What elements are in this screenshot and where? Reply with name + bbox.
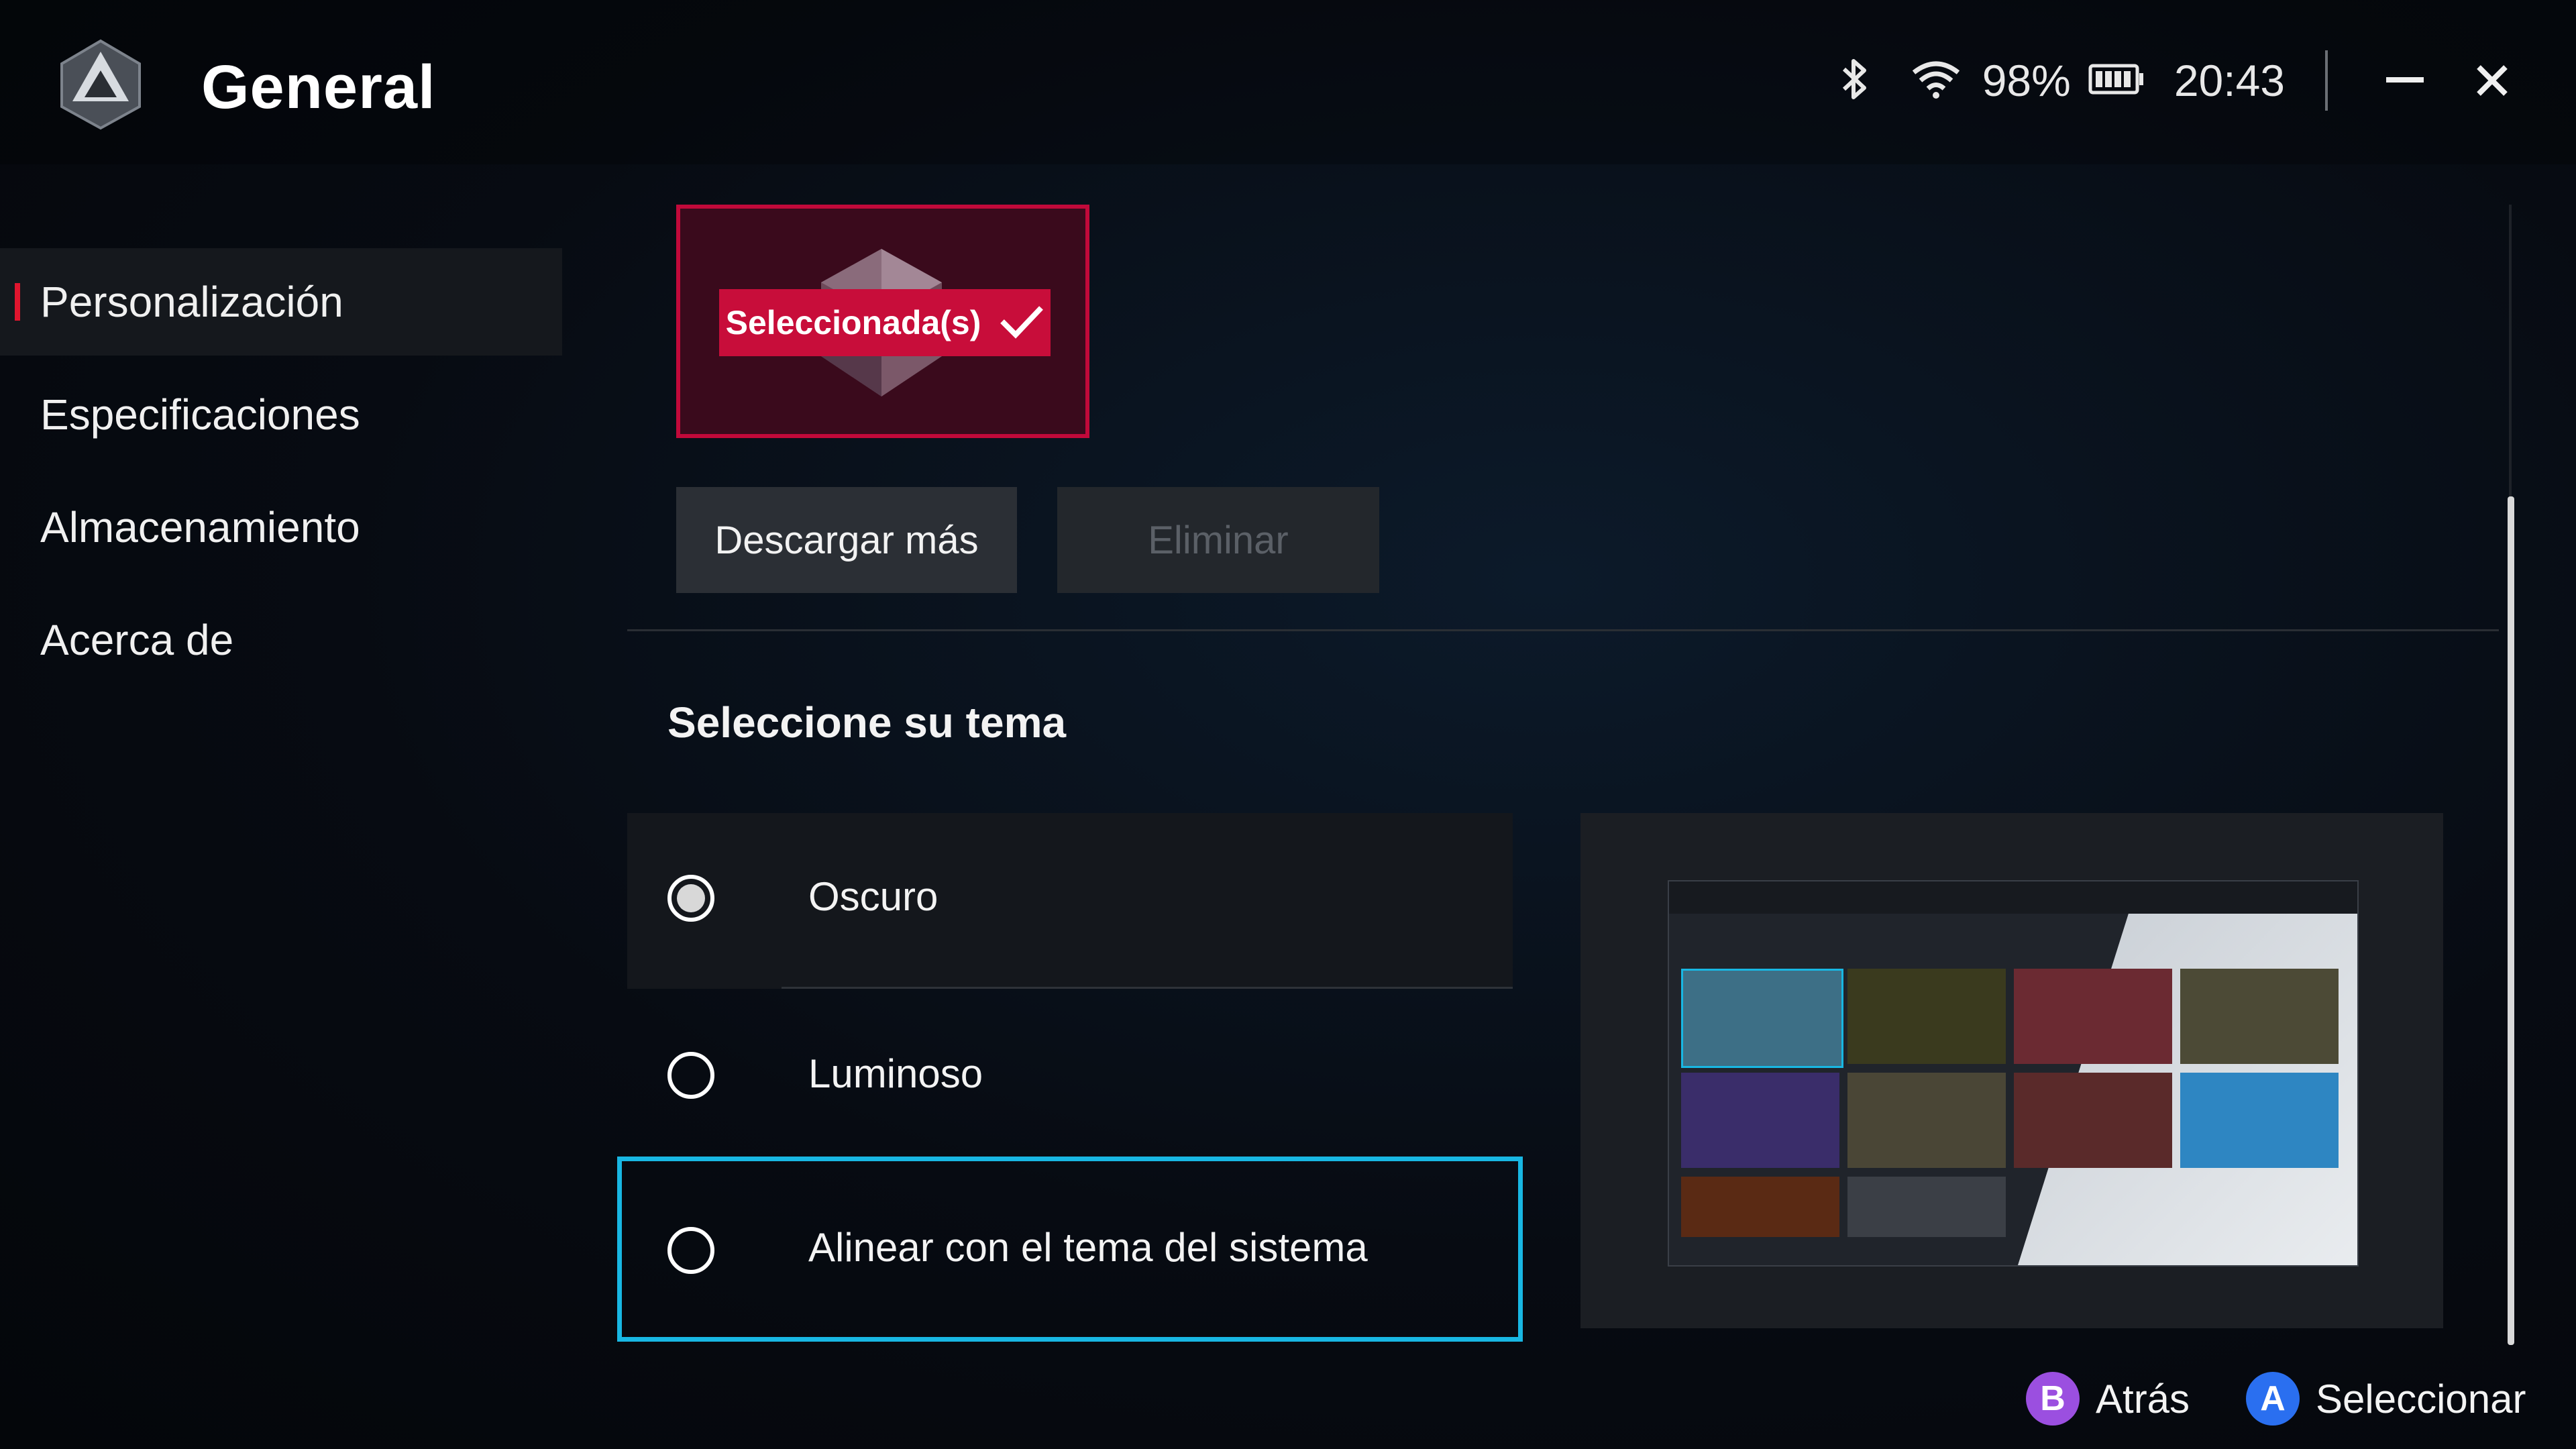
delete-button[interactable]: Eliminar	[1057, 487, 1379, 593]
select-hint[interactable]: A Seleccionar	[2246, 1368, 2526, 1429]
preview-game-tile	[2180, 1073, 2339, 1168]
sidebar-item-storage[interactable]: Almacenamiento	[0, 474, 562, 581]
preview-game-tile	[2180, 969, 2339, 1064]
theme-option-label: Luminoso	[808, 1051, 983, 1096]
select-hint-label: Seleccionar	[2316, 1376, 2526, 1421]
battery-icon	[2088, 64, 2145, 98]
preview-game-tile	[1681, 1177, 1839, 1237]
theme-option-system[interactable]: Alinear con el tema del sistema	[617, 1157, 1523, 1342]
theme-option-label: Oscuro	[808, 874, 938, 919]
radio-button[interactable]	[667, 875, 714, 922]
scrollbar-thumb[interactable]	[2508, 496, 2514, 1345]
theme-preview-image	[1668, 880, 2359, 1267]
sidebar-item-label: Acerca de	[40, 616, 234, 664]
preview-game-tile	[1847, 1177, 2006, 1237]
page-title: General	[201, 53, 436, 121]
theme-preview-panel	[1580, 813, 2443, 1328]
sidebar-item-label: Especificaciones	[40, 390, 360, 439]
checkmark-icon	[1000, 304, 1044, 342]
status-divider	[2325, 50, 2328, 111]
battery-percent: 98%	[1982, 56, 2071, 105]
app-logo-icon	[54, 37, 148, 131]
download-more-button[interactable]: Descargar más	[676, 487, 1017, 593]
close-button[interactable]	[2462, 50, 2522, 111]
wifi-icon	[1910, 59, 1962, 103]
theme-card-selected[interactable]: Seleccionada(s)	[676, 205, 1089, 438]
back-hint-label: Atrás	[2096, 1376, 2190, 1421]
sidebar-item-about[interactable]: Acerca de	[0, 586, 562, 694]
preview-game-tile	[1681, 969, 1843, 1068]
preview-game-tile	[2014, 969, 2172, 1064]
radio-button[interactable]	[667, 1227, 714, 1274]
clock: 20:43	[2174, 56, 2285, 105]
preview-toolbar	[1669, 881, 2357, 914]
preview-game-tile	[1847, 1073, 2006, 1168]
preview-game-tile	[1847, 969, 2006, 1064]
selected-badge: Seleccionada(s)	[719, 289, 1051, 356]
theme-option-label: Alinear con el tema del sistema	[808, 1225, 1368, 1270]
section-divider	[627, 629, 2499, 631]
radio-selected-dot	[677, 884, 705, 912]
theme-section-heading: Seleccione su tema	[667, 698, 1067, 747]
radio-button[interactable]	[667, 1052, 714, 1099]
status-area: 98% 20:43	[1840, 40, 2522, 121]
sidebar-item-label: Almacenamiento	[40, 503, 360, 551]
bluetooth-icon	[1840, 57, 1870, 105]
sidebar-item-specifications[interactable]: Especificaciones	[0, 361, 562, 468]
theme-option-light[interactable]: Luminoso	[627, 990, 1513, 1166]
active-indicator	[15, 283, 20, 321]
sidebar-item-personalization[interactable]: Personalización	[0, 248, 562, 356]
b-button-icon: B	[2026, 1372, 2080, 1426]
preview-game-tile	[2014, 1073, 2172, 1168]
a-button-icon: A	[2246, 1372, 2300, 1426]
selected-badge-label: Seleccionada(s)	[725, 304, 981, 341]
sidebar-item-label: Personalización	[40, 278, 343, 326]
preview-game-tile	[1681, 1073, 1839, 1168]
option-divider	[782, 987, 1513, 989]
back-hint[interactable]: B Atrás	[2026, 1368, 2190, 1429]
minimize-button[interactable]	[2375, 50, 2435, 111]
theme-option-dark[interactable]: Oscuro	[627, 813, 1513, 989]
